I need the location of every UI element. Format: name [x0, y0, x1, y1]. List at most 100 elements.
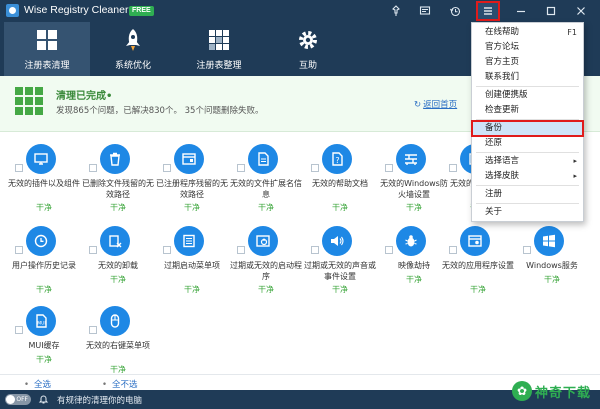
item-checkbox[interactable]: [15, 164, 23, 172]
item-state: 干净: [36, 203, 52, 212]
item-checkbox[interactable]: [311, 164, 319, 172]
item-name: 无效的插件以及组件: [8, 179, 80, 188]
windows-icon: [534, 226, 564, 256]
program-icon: [174, 144, 204, 174]
result-item[interactable]: 已删除文件残留的无效路径 干净: [82, 138, 154, 218]
item-checkbox[interactable]: [89, 326, 97, 334]
close-button[interactable]: [570, 2, 592, 20]
back-home-link[interactable]: 返回首页: [414, 98, 457, 110]
result-item[interactable]: ? 无效的帮助文档 干净: [304, 138, 376, 218]
rocket-icon: [126, 29, 140, 51]
menu-item-online-help[interactable]: 在线帮助 F1: [472, 25, 583, 40]
defrag-icon: [209, 30, 229, 50]
item-state: 干净: [332, 285, 348, 294]
result-item[interactable]: 过期启动菜单项 干净: [156, 220, 228, 300]
menu-item-create-portable[interactable]: 创建便携版: [472, 88, 583, 103]
item-checkbox[interactable]: [385, 164, 393, 172]
feedback-icon: [419, 6, 431, 15]
history-icon: [450, 6, 461, 17]
minimize-button[interactable]: [510, 2, 532, 20]
svg-text:MUI: MUI: [37, 321, 46, 327]
tab-label: 注册表清理: [24, 61, 70, 71]
menu-item-forum[interactable]: 官方论坛: [472, 40, 583, 55]
tab-registry-defrag[interactable]: 注册表整理: [176, 22, 262, 76]
menu-item-register[interactable]: 注册: [472, 187, 583, 202]
item-checkbox[interactable]: [163, 164, 171, 172]
result-item[interactable]: 无效的文件扩展名信息 干净: [230, 138, 302, 218]
select-none-link[interactable]: 全不选: [102, 378, 138, 390]
item-name: 过期或无效的声音或事件设置: [304, 261, 376, 281]
item-name: 映像劫持: [398, 261, 430, 270]
item-name: 用户操作历史记录: [12, 261, 76, 270]
item-state: 干净: [36, 285, 52, 294]
item-checkbox[interactable]: [237, 246, 245, 254]
result-item[interactable]: 无效的应用程序设置 干净: [442, 220, 514, 300]
item-checkbox[interactable]: [89, 164, 97, 172]
item-state: 干净: [184, 203, 200, 212]
result-item[interactable]: 无效的卸载 干净: [82, 220, 154, 300]
menu-item-restore[interactable]: 还原: [472, 136, 583, 151]
menu-item-skin[interactable]: 选择皮肤 ▸: [472, 169, 583, 184]
item-state: 干净: [258, 285, 274, 294]
item-checkbox[interactable]: [523, 246, 531, 254]
result-item[interactable]: 无效的插件以及组件 干净: [8, 138, 80, 218]
item-checkbox[interactable]: [15, 326, 23, 334]
uninstall-icon: [100, 226, 130, 256]
menu-item-backup[interactable]: 备份: [471, 120, 584, 137]
tab-system-optimize[interactable]: 系统优化: [90, 22, 176, 76]
history-button[interactable]: [444, 2, 466, 20]
item-checkbox[interactable]: [449, 164, 457, 172]
result-item[interactable]: 映像劫持 干净: [378, 220, 450, 300]
menu-item-language[interactable]: 选择语言 ▸: [472, 154, 583, 169]
item-state: 干净: [36, 355, 52, 364]
pin-button[interactable]: [385, 2, 407, 20]
item-checkbox[interactable]: [385, 246, 393, 254]
menu-separator: [476, 152, 579, 153]
item-checkbox[interactable]: [237, 164, 245, 172]
menu-item-about[interactable]: 关于: [472, 205, 583, 220]
menu-item-label: 选择皮肤: [485, 171, 520, 181]
item-checkbox[interactable]: [163, 246, 171, 254]
result-item[interactable]: 过期或无效的启动程序 干净: [230, 220, 302, 300]
item-name: MUI缓存: [28, 341, 60, 350]
registry-clean-icon: [37, 30, 57, 50]
item-name: 无效的帮助文档: [312, 179, 368, 188]
scheduled-clean-toggle[interactable]: OFF: [5, 394, 31, 405]
menu-item-homepage[interactable]: 官方主页: [472, 55, 583, 70]
file-icon: [248, 144, 278, 174]
menu-item-label: 创建便携版: [485, 90, 528, 100]
submenu-arrow-icon: ▸: [573, 172, 577, 180]
result-item[interactable]: 用户操作历史记录 干净: [8, 220, 80, 300]
menu-item-contact[interactable]: 联系我们: [472, 70, 583, 85]
tab-label: 互助: [298, 61, 317, 71]
select-all-link[interactable]: 全选: [24, 378, 51, 390]
menu-item-label: 检查更新: [485, 105, 520, 115]
tab-registry-clean[interactable]: 注册表清理: [4, 22, 90, 76]
feedback-button[interactable]: [414, 2, 436, 20]
item-state: 干净: [110, 203, 126, 212]
firewall-icon: [396, 144, 426, 174]
menu-item-label: 备份: [485, 123, 503, 133]
sound-icon: [322, 226, 352, 256]
result-item[interactable]: 无效的Windows防火墙设置 干净: [378, 138, 450, 218]
item-checkbox[interactable]: [15, 246, 23, 254]
result-item[interactable]: 过期或无效的声音或事件设置 干净: [304, 220, 376, 300]
schedule-text: 有规律的清理你的电脑: [57, 396, 143, 406]
main-menu-button[interactable]: [476, 1, 500, 21]
result-item[interactable]: MUI MUI缓存 干净: [8, 300, 80, 380]
watermark-text: 神奇下载: [535, 385, 592, 401]
result-item[interactable]: Windows服务 干净: [516, 220, 588, 300]
result-item[interactable]: 无效的右键菜单项 干净: [82, 300, 154, 380]
menu-item-check-update[interactable]: 检查更新: [472, 103, 583, 118]
item-checkbox[interactable]: [89, 246, 97, 254]
tab-mutual-help[interactable]: 互助: [265, 22, 351, 76]
item-name: 已删除文件残留的无效路径: [82, 179, 154, 199]
result-item[interactable]: 已注册程序残留的无效路径 干净: [156, 138, 228, 218]
item-checkbox[interactable]: [449, 246, 457, 254]
item-checkbox[interactable]: [311, 246, 319, 254]
grid-status-icon: [15, 87, 43, 115]
maximize-button[interactable]: [540, 2, 562, 20]
shortcut-label: F1: [567, 28, 577, 37]
menu-item-label: 关于: [485, 207, 503, 217]
tab-label: 系统优化: [114, 61, 151, 71]
